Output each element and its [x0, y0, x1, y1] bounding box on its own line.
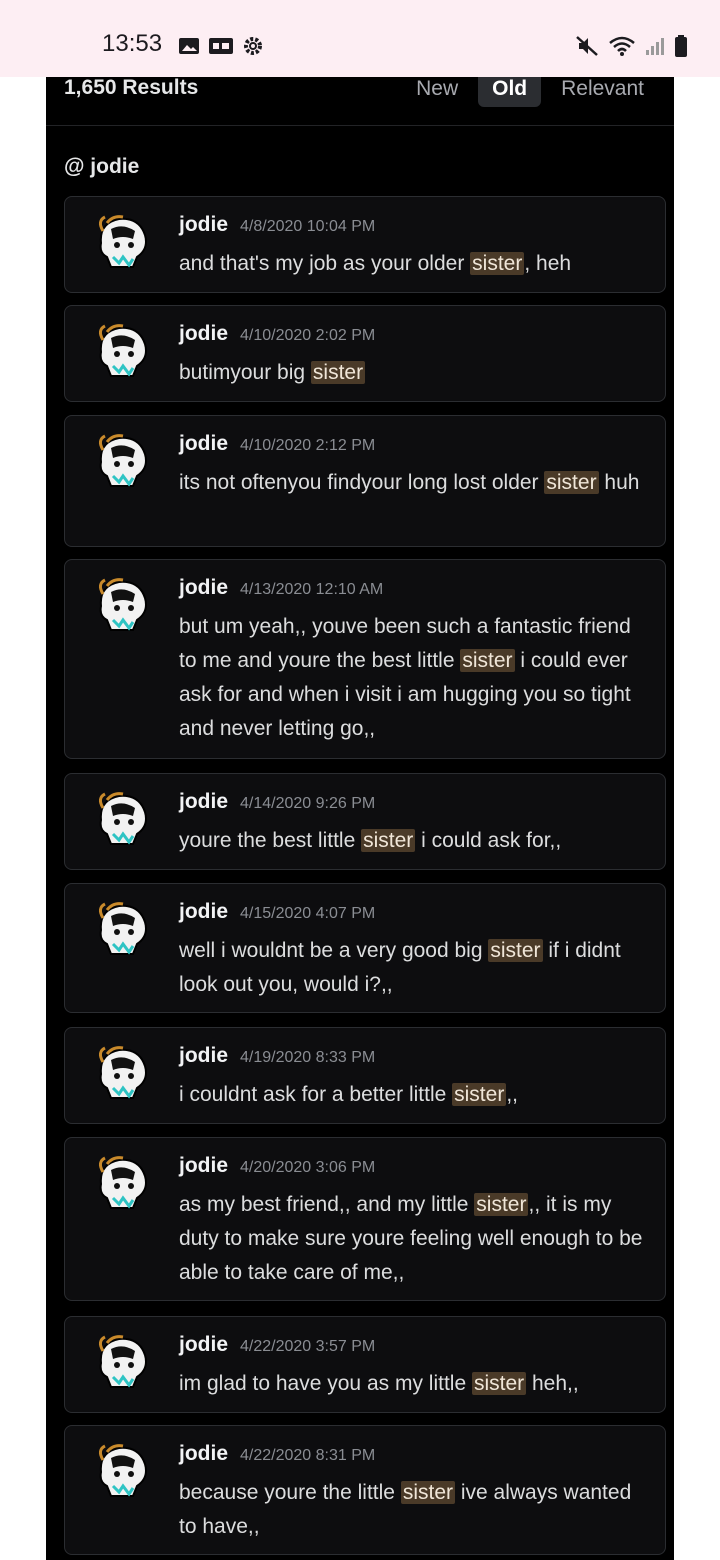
- author-name[interactable]: jodie: [179, 1442, 228, 1466]
- search-highlight: sister: [452, 1083, 507, 1106]
- author-name[interactable]: jodie: [179, 1154, 228, 1178]
- avatar: [93, 900, 151, 958]
- search-highlight: sister: [400, 1481, 455, 1504]
- timestamp: 4/10/2020 2:02 PM: [240, 327, 376, 344]
- text-segment: i couldnt ask for a better little: [179, 1083, 453, 1106]
- text-segment: as my best friend,, and my little: [179, 1193, 475, 1216]
- text-segment: i could ask for,,: [415, 829, 562, 852]
- avatar: [93, 576, 151, 634]
- results-count: 1,650 Results: [64, 77, 199, 99]
- text-segment: its not oftenyou findyour long lost olde…: [179, 471, 545, 494]
- timestamp: 4/22/2020 8:31 PM: [240, 1447, 376, 1464]
- avatar: [93, 1044, 151, 1102]
- avatar: [93, 790, 151, 848]
- signal-icon: [645, 36, 665, 61]
- timestamp: 4/13/2020 12:10 AM: [240, 581, 384, 598]
- message-text: butimyour big sister: [179, 356, 649, 390]
- text-segment: because youre the little: [179, 1481, 401, 1504]
- status-time: 13:53: [102, 30, 163, 57]
- tab-old[interactable]: Old: [478, 77, 542, 107]
- sort-tabs: New Old Relevant: [402, 77, 658, 107]
- image-icon: [178, 36, 200, 61]
- author-name[interactable]: jodie: [179, 790, 228, 814]
- battery-icon: [674, 34, 688, 63]
- timestamp: 4/20/2020 3:06 PM: [240, 1159, 376, 1176]
- message-text: youre the best little sister i could ask…: [179, 824, 649, 858]
- status-bar: 13:53: [0, 0, 720, 77]
- message-text: well i wouldnt be a very good big sister…: [179, 934, 649, 1002]
- author-name[interactable]: jodie: [179, 1044, 228, 1068]
- text-segment: butimyour big: [179, 361, 311, 384]
- timestamp: 4/8/2020 10:04 PM: [240, 218, 376, 235]
- search-highlight: sister: [488, 939, 543, 962]
- timestamp: 4/19/2020 8:33 PM: [240, 1049, 376, 1066]
- message-text: im glad to have you as my little sister …: [179, 1367, 649, 1401]
- text-segment: heh,,: [526, 1372, 579, 1395]
- message-text: because youre the little sister ive alwa…: [179, 1476, 649, 1544]
- text-segment: well i wouldnt be a very good big: [179, 939, 489, 962]
- timestamp: 4/15/2020 4:07 PM: [240, 905, 376, 922]
- search-highlight: sister: [471, 1372, 527, 1395]
- text-segment: ,,: [506, 1083, 518, 1106]
- search-highlight: sister: [474, 1193, 529, 1216]
- text-segment: youre the best little: [179, 829, 362, 852]
- text-segment: , heh: [524, 252, 572, 275]
- search-highlight: sister: [361, 829, 416, 852]
- system-icons: [575, 34, 688, 63]
- author-name[interactable]: jodie: [179, 576, 228, 600]
- result-card[interactable]: jodie 4/22/2020 3:57 PM im glad to have y…: [64, 1316, 666, 1413]
- search-highlight: sister: [470, 252, 525, 275]
- search-highlight: sister: [310, 361, 366, 384]
- author-name[interactable]: jodie: [179, 900, 228, 924]
- timestamp: 4/22/2020 3:57 PM: [240, 1338, 376, 1355]
- wifi-icon: [608, 35, 636, 62]
- result-card[interactable]: jodie 4/20/2020 3:06 PM as my best friend…: [64, 1137, 666, 1301]
- message-text: i couldnt ask for a better little sister…: [179, 1078, 649, 1112]
- timestamp: 4/14/2020 9:26 PM: [240, 795, 376, 812]
- tab-relevant[interactable]: Relevant: [547, 77, 658, 107]
- author-name[interactable]: jodie: [179, 322, 228, 346]
- avatar: [93, 322, 151, 380]
- notification-icons: [178, 35, 264, 62]
- mute-icon: [575, 35, 599, 62]
- result-card[interactable]: jodie 4/13/2020 12:10 AM but um yeah,, yo…: [64, 559, 666, 759]
- avatar: [93, 432, 151, 490]
- message-text: its not oftenyou findyour long lost olde…: [179, 466, 649, 500]
- avatar: [93, 1333, 151, 1391]
- message-text: but um yeah,, youve been such a fantasti…: [179, 610, 649, 746]
- message-text: and that's my job as your older sister, …: [179, 247, 649, 281]
- result-card[interactable]: jodie 4/22/2020 8:31 PM because youre the…: [64, 1425, 666, 1555]
- author-name[interactable]: jodie: [179, 432, 228, 456]
- author-name[interactable]: jodie: [179, 213, 228, 237]
- result-card[interactable]: jodie 4/10/2020 2:12 PM its not oftenyou …: [64, 415, 666, 547]
- text-segment: and that's my job as your older: [179, 252, 471, 275]
- author-name[interactable]: jodie: [179, 1333, 228, 1357]
- search-highlight: sister: [460, 649, 515, 672]
- message-text: as my best friend,, and my little sister…: [179, 1188, 649, 1290]
- result-card[interactable]: jodie 4/8/2020 10:04 PM and that's my job…: [64, 196, 666, 293]
- caption-icon: [208, 35, 234, 62]
- results-header: 1,650 Results New Old Relevant: [46, 77, 674, 126]
- result-card[interactable]: jodie 4/14/2020 9:26 PM youre the best li…: [64, 773, 666, 870]
- avatar: [93, 213, 151, 271]
- avatar: [93, 1154, 151, 1212]
- result-card[interactable]: jodie 4/10/2020 2:02 PM butimyour big sis…: [64, 305, 666, 402]
- result-card[interactable]: jodie 4/15/2020 4:07 PM well i wouldnt be…: [64, 883, 666, 1013]
- tab-new[interactable]: New: [402, 77, 472, 107]
- result-card[interactable]: jodie 4/19/2020 8:33 PM i couldnt ask for…: [64, 1027, 666, 1124]
- text-segment: im glad to have you as my little: [179, 1372, 472, 1395]
- channel-label: @ jodie: [64, 155, 140, 178]
- avatar: [93, 1442, 151, 1500]
- search-highlight: sister: [544, 471, 599, 494]
- search-results-panel: 1,650 Results New Old Relevant @ jodie j…: [46, 77, 674, 1560]
- gear-icon: [242, 35, 264, 62]
- text-segment: huh: [598, 471, 640, 494]
- timestamp: 4/10/2020 2:12 PM: [240, 437, 376, 454]
